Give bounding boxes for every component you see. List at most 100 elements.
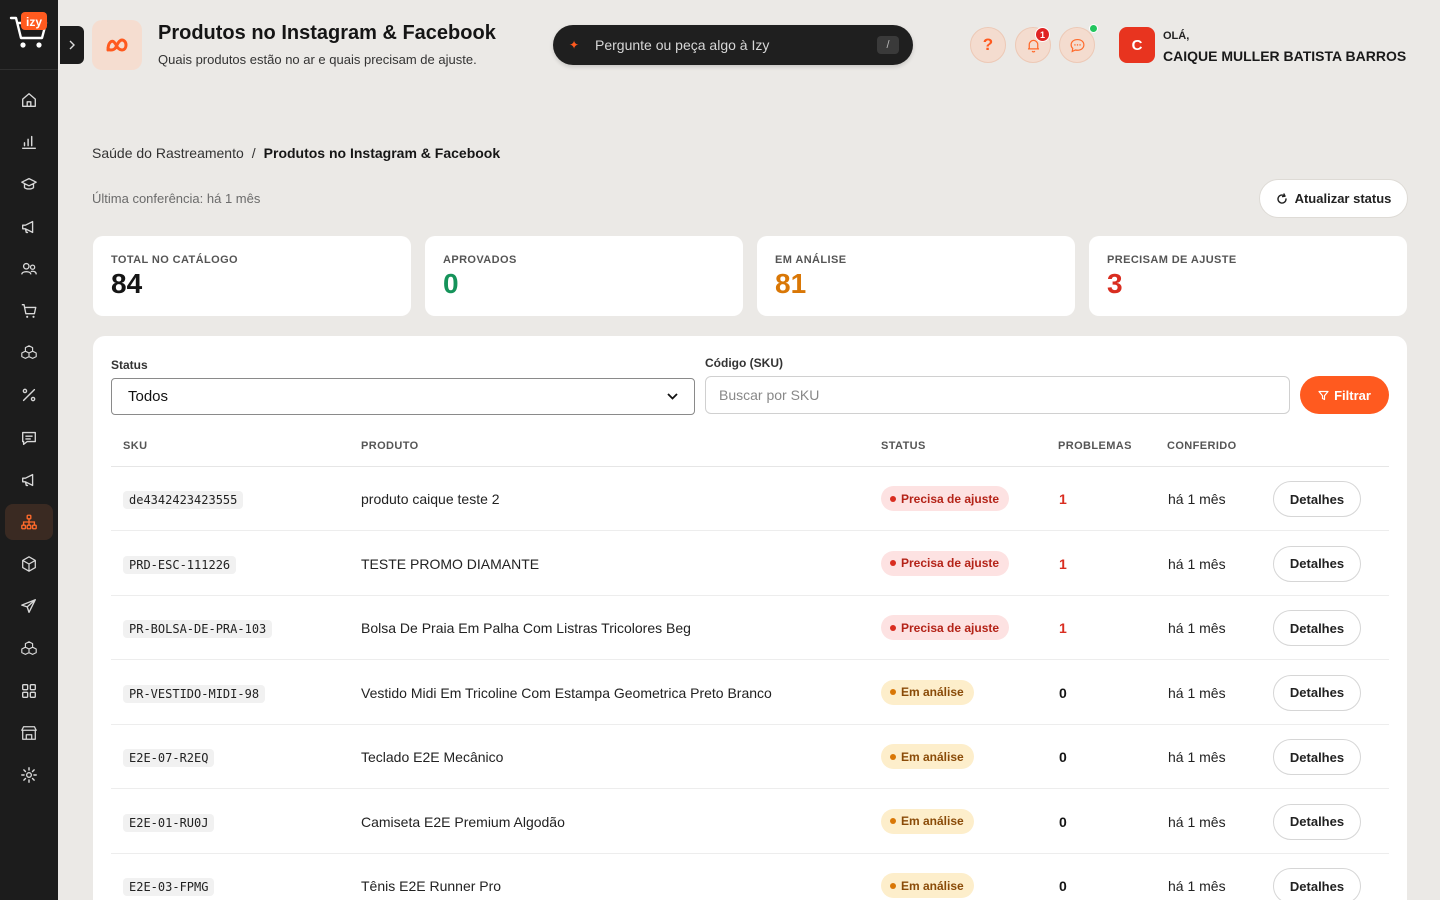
details-button[interactable]: Detalhes bbox=[1273, 739, 1361, 775]
status-select-value: Todos bbox=[128, 388, 169, 405]
sidebar-toggle-button[interactable] bbox=[60, 26, 84, 64]
chat-button[interactable] bbox=[1059, 27, 1095, 63]
sidebar-item-chart[interactable] bbox=[5, 124, 53, 160]
row-problems: 0 bbox=[1059, 749, 1067, 765]
row-checked: há 1 mês bbox=[1168, 555, 1226, 572]
stat-label: EM ANÁLISE bbox=[775, 254, 847, 266]
ask-placeholder: Pergunte ou peça algo à Izy bbox=[595, 37, 770, 53]
status-dot bbox=[890, 882, 896, 889]
sidebar-item-megaphone[interactable] bbox=[5, 209, 53, 245]
stat-value: 0 bbox=[443, 268, 459, 299]
status-badge: Em análise bbox=[881, 808, 974, 834]
user-name[interactable]: CAIQUE MULLER BATISTA BARROS bbox=[1163, 48, 1406, 64]
table-row: PR-BOLSA-DE-PRA-103 Bolsa De Praia Em Pal… bbox=[111, 596, 1389, 660]
row-checked: há 1 mês bbox=[1168, 878, 1226, 894]
status-badge: Em análise bbox=[881, 679, 974, 705]
sidebar-item-megaphone[interactable] bbox=[5, 462, 53, 498]
sidebar-item-users[interactable] bbox=[5, 251, 53, 287]
status-dot bbox=[890, 560, 896, 566]
sidebar-item-message[interactable] bbox=[5, 420, 53, 456]
box-icon bbox=[22, 556, 36, 573]
row-product: Camiseta E2E Premium Algodão bbox=[361, 813, 565, 830]
refresh-status-button[interactable]: Atualizar status bbox=[1259, 179, 1408, 218]
stat-card-need-adjust: PRECISAM DE AJUSTE 3 bbox=[1089, 236, 1407, 316]
status-dot bbox=[890, 495, 896, 502]
sku-search-input[interactable]: Buscar por SKU bbox=[705, 376, 1290, 414]
sidebar-divider bbox=[0, 69, 58, 70]
row-sku: E2E-07-R2EQ bbox=[123, 749, 215, 767]
status-select[interactable]: Todos bbox=[111, 378, 695, 415]
boxes-icon bbox=[21, 640, 37, 655]
sidebar-item-grid[interactable] bbox=[5, 673, 53, 709]
notification-badge: 1 bbox=[1035, 27, 1050, 42]
details-button[interactable]: Detalhes bbox=[1273, 481, 1361, 517]
breadcrumb-separator: / bbox=[251, 145, 256, 161]
row-sku: PR-BOLSA-DE-PRA-103 bbox=[123, 620, 273, 638]
details-button[interactable]: Detalhes bbox=[1273, 674, 1361, 711]
megaphone-icon bbox=[22, 220, 34, 233]
row-product: Tênis E2E Runner Pro bbox=[361, 878, 502, 894]
sidebar-item-send[interactable] bbox=[5, 588, 53, 624]
stat-value: 84 bbox=[111, 268, 143, 299]
status-text: Precisa de ajuste bbox=[901, 491, 1000, 506]
table-row: PR-VESTIDO-MIDI-98 Vestido Midi Em Tricol… bbox=[111, 661, 1389, 725]
stat-label: TOTAL NO CATÁLOGO bbox=[111, 254, 238, 266]
chevron-down-icon bbox=[667, 393, 678, 400]
sidebar-item-store[interactable] bbox=[5, 715, 53, 751]
sidebar-item-home[interactable] bbox=[5, 82, 53, 118]
row-product: Bolsa De Praia Em Palha Com Listras Tric… bbox=[361, 620, 691, 636]
status-dot bbox=[890, 818, 896, 824]
meta-icon bbox=[92, 20, 142, 70]
table-row: de4342423423555 produto caique teste 2 Pre… bbox=[111, 467, 1389, 531]
shortcut-key: / bbox=[877, 36, 899, 54]
ask-izy-input[interactable]: ✦ Pergunte ou peça algo à Izy / bbox=[553, 25, 913, 65]
row-problems: 1 bbox=[1059, 555, 1067, 572]
page-title: Produtos no Instagram & Facebook bbox=[158, 22, 496, 44]
last-check-text: Última conferência: há 1 mês bbox=[92, 191, 261, 206]
stat-card-approved: APROVADOS 0 bbox=[425, 236, 743, 316]
stat-value: 3 bbox=[1107, 268, 1123, 299]
details-button[interactable]: Detalhes bbox=[1273, 803, 1361, 840]
row-product: produto caique teste 2 bbox=[361, 491, 500, 507]
column-problems: PROBLEMAS bbox=[1058, 440, 1132, 452]
row-product: Vestido Midi Em Tricoline Com Estampa Ge… bbox=[361, 684, 772, 701]
filter-button[interactable]: Filtrar bbox=[1300, 376, 1389, 414]
grid-icon bbox=[22, 683, 36, 698]
sidebar-item-gear[interactable] bbox=[5, 757, 53, 793]
details-button[interactable]: Detalhes bbox=[1273, 610, 1361, 646]
chart-icon bbox=[21, 136, 37, 150]
status-filter-label: Status bbox=[111, 358, 148, 372]
details-button[interactable]: Detalhes bbox=[1273, 545, 1361, 582]
row-sku: PRD-ESC-111226 bbox=[123, 555, 237, 574]
izy-logo[interactable]: izy bbox=[8, 10, 50, 52]
status-text: Em análise bbox=[901, 749, 964, 764]
sidebar-item-box[interactable] bbox=[5, 546, 53, 582]
row-problems: 0 bbox=[1059, 684, 1067, 701]
details-button[interactable]: Detalhes bbox=[1273, 868, 1361, 900]
sidebar-item-sitemap[interactable] bbox=[5, 504, 53, 540]
sidebar-item-graduation[interactable] bbox=[5, 166, 53, 202]
svg-text:izy: izy bbox=[26, 15, 42, 29]
table-row: E2E-01-RU0J Camiseta E2E Premium Algodão E… bbox=[111, 790, 1389, 854]
status-text: Em análise bbox=[901, 814, 964, 828]
sidebar-item-boxes[interactable] bbox=[5, 631, 53, 667]
row-problems: 1 bbox=[1059, 620, 1067, 636]
status-badge: Em análise bbox=[881, 873, 974, 898]
avatar[interactable]: C bbox=[1119, 27, 1155, 63]
greeting: OLÁ, bbox=[1163, 30, 1190, 42]
column-checked: CONFERIDO bbox=[1167, 440, 1237, 452]
sidebar-item-cart[interactable] bbox=[5, 293, 53, 329]
sidebar-item-boxes[interactable] bbox=[5, 335, 53, 371]
row-product: Teclado E2E Mecânico bbox=[361, 749, 504, 765]
table-header: SKU PRODUTO STATUS PROBLEMAS CONFERIDO bbox=[111, 434, 1389, 467]
help-button[interactable]: ? bbox=[970, 27, 1006, 63]
gear-icon bbox=[21, 767, 37, 784]
megaphone-icon bbox=[22, 473, 34, 486]
status-badge: Em análise bbox=[881, 744, 974, 769]
sidebar-item-percent[interactable] bbox=[5, 377, 53, 413]
row-problems: 0 bbox=[1059, 878, 1067, 894]
status-text: Precisa de ajuste bbox=[901, 620, 1000, 635]
chevron-right-icon bbox=[69, 40, 75, 50]
breadcrumb-parent[interactable]: Saúde do Rastreamento bbox=[92, 145, 244, 161]
sitemap-icon bbox=[21, 514, 37, 530]
